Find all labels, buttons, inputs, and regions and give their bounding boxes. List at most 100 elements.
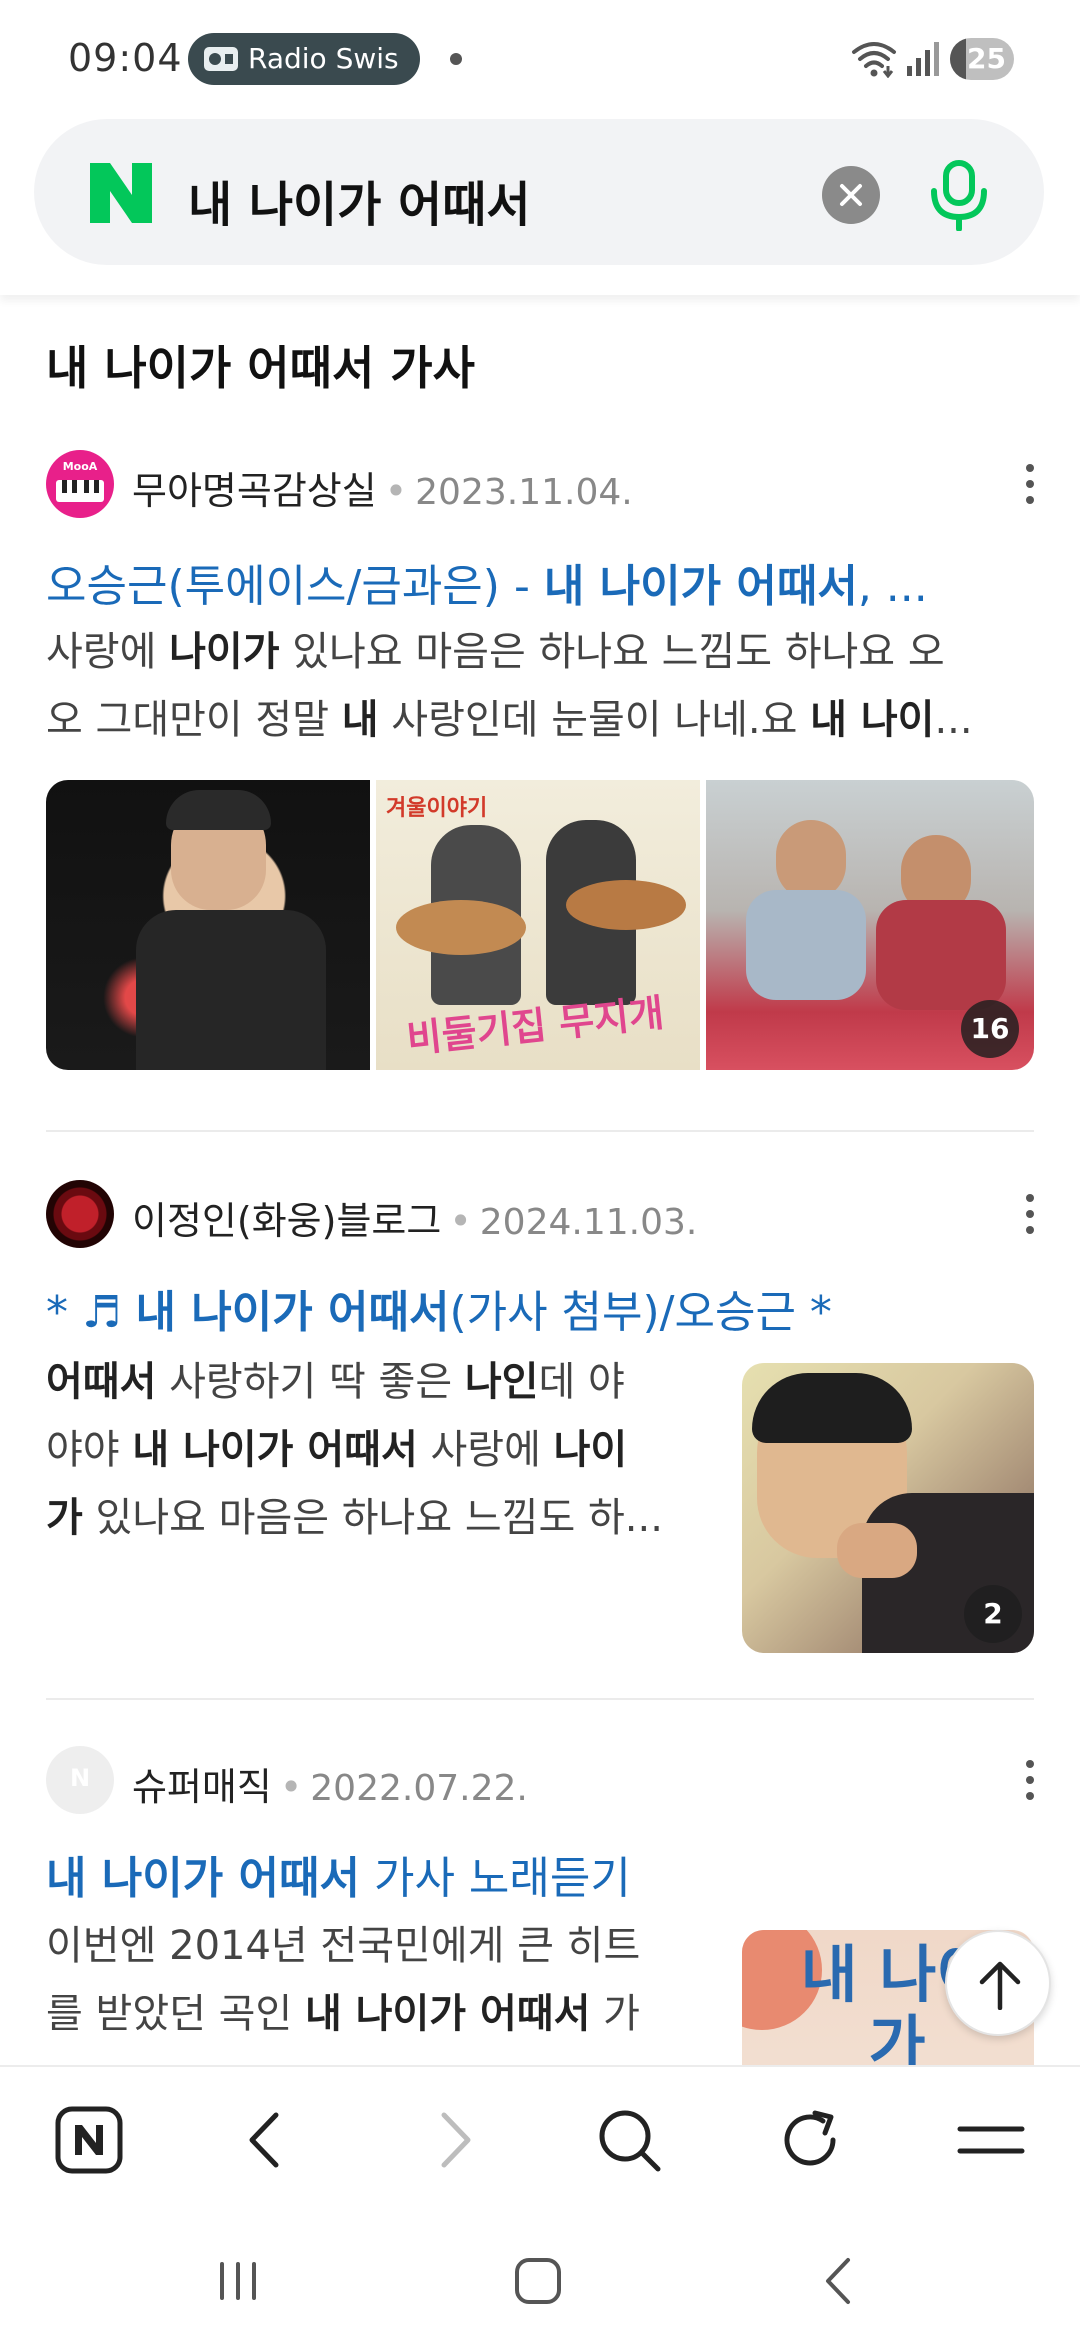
section-title: 내 나이가 어때서 가사: [46, 341, 475, 395]
media-label: Radio Swis: [248, 42, 399, 75]
search-input[interactable]: 내 나이가 어때서: [188, 165, 531, 235]
snippet-text-run: 내 나이: [810, 697, 935, 743]
separator-dot: •: [384, 469, 408, 513]
post-snippet[interactable]: 이번엔 2014년 전국민에게 큰 히트 를 받았던 곡인 내 나이가 어때서 가: [46, 1912, 726, 2048]
blog-name[interactable]: 무아명곡감상실 • 2023.11.04.: [132, 460, 633, 515]
snippet-text-run: 이번엔 2014년 전국민에게 큰 히트: [46, 1923, 641, 1969]
scroll-to-top-button[interactable]: [945, 1930, 1051, 2036]
snippet-text-run: 있나요 마음은 하나요 느낌도 하...: [82, 1495, 663, 1541]
more-vertical-icon[interactable]: [1024, 464, 1036, 508]
title-text-run[interactable]: ♬: [82, 1287, 135, 1338]
naver-logo-icon[interactable]: [90, 163, 152, 223]
post-title-link[interactable]: 내 나이가 어때서 가사 노래듣기: [46, 1842, 1036, 1906]
hand-shape: [837, 1523, 917, 1578]
title-text-run[interactable]: 내 나이가 어때서: [46, 1853, 360, 1904]
snippet-text-run: 를 받았던 곡인: [46, 1991, 305, 2037]
title-text-run[interactable]: 오승근(투에이스/금과은) -: [46, 561, 544, 612]
body-right: [876, 900, 1006, 1010]
title-text-run[interactable]: 내 나이가 어때서: [544, 561, 858, 612]
notification-dot-icon: [450, 53, 462, 65]
avatar-text: MooA: [62, 460, 98, 473]
search-icon[interactable]: [594, 2105, 664, 2175]
system-navigation-bar: [0, 2210, 1080, 2340]
refresh-icon[interactable]: [775, 2105, 845, 2175]
snippet-text-run: 사랑하기 딱 좋은: [156, 1359, 465, 1405]
wifi-icon: [852, 42, 896, 78]
post-snippet[interactable]: 어때서 사랑하기 딱 좋은 나인데 야 야야 내 나이가 어때서 사랑에 나이 가 …: [46, 1348, 726, 1552]
guitar-right: [566, 880, 686, 930]
image-count-badge: 16: [961, 1000, 1019, 1058]
title-text-run[interactable]: , ...: [858, 561, 928, 612]
post-date: 2024.11.03.: [479, 1202, 698, 1243]
back-arrow-icon[interactable]: [232, 2105, 302, 2175]
search-box[interactable]: 내 나이가 어때서: [34, 119, 1044, 265]
face-left: [776, 820, 846, 900]
thumbnail-strip[interactable]: 겨울이야기 비둘기집 무지개 16: [46, 780, 1034, 1070]
snippet-text-run: 어때서: [46, 1359, 157, 1405]
blog-name-text[interactable]: 무아명곡감상실: [132, 469, 377, 513]
snippet-text-run: 있나요 마음은 하나요 느낌도 하나요 오: [279, 629, 945, 675]
snippet-text-run: 나이: [553, 1427, 628, 1473]
snippet-line: 오 그대만이 정말 내 사랑인데 눈물이 나네.요 내 나이...: [46, 686, 1036, 754]
search-results: 내 나이가 어때서 가사 MooA 무아명곡감상실 • 2023.11.04. 오승…: [0, 300, 1080, 2065]
battery-indicator: 25: [950, 38, 1014, 80]
result-meta: 이정인(화웅)블로그 • 2024.11.03.: [46, 1180, 1046, 1250]
recent-apps-icon[interactable]: [208, 2256, 268, 2306]
snippet-text-run: 야야: [46, 1427, 133, 1473]
snippet-text-run: 사랑인데 눈물이 나네.요: [378, 697, 811, 743]
more-vertical-icon[interactable]: [1024, 1194, 1036, 1238]
snippet-text-run: 데 야: [538, 1359, 625, 1405]
title-text-run[interactable]: (가사 첨부)/오승근 *: [449, 1287, 832, 1338]
post-date: 2022.07.22.: [310, 1768, 528, 1809]
blog-name[interactable]: 슈퍼매직 • 2022.07.22.: [132, 1756, 528, 1811]
arrow-up-icon: [979, 1961, 1021, 2010]
thumbnail-singer-photo[interactable]: [46, 780, 370, 1070]
system-back-icon[interactable]: [810, 2256, 870, 2306]
thumbnail-singer-photo[interactable]: 2: [742, 1363, 1034, 1653]
status-time: 09:04: [68, 36, 183, 80]
home-icon[interactable]: [508, 2256, 568, 2306]
blog-name-text[interactable]: 슈퍼매직: [132, 1765, 272, 1809]
menu-icon[interactable]: [956, 2105, 1026, 2175]
avatar[interactable]: MooA: [46, 450, 114, 518]
title-text-run[interactable]: 가사 노래듣기: [360, 1853, 631, 1904]
jacket-shape: [136, 910, 326, 1070]
snippet-line: 어때서 사랑하기 딱 좋은 나인데 야: [46, 1348, 726, 1416]
blog-name-text[interactable]: 이정인(화웅)블로그: [132, 1199, 441, 1243]
snippet-line: 가 있나요 마음은 하나요 느낌도 하...: [46, 1484, 726, 1552]
post-title-link[interactable]: 오승근(투에이스/금과은) - 내 나이가 어때서, ...: [46, 550, 996, 614]
post-snippet[interactable]: 사랑에 나이가 있나요 마음은 하나요 느낌도 하나요 오오 그대만이 정말 내…: [46, 618, 1036, 754]
snippet-line: 야야 내 나이가 어때서 사랑에 나이: [46, 1416, 726, 1484]
thumbnail-album-cover[interactable]: 겨울이야기 비둘기집 무지개: [376, 780, 700, 1070]
hair-shape: [166, 790, 271, 830]
divider: [46, 1698, 1034, 1700]
title-text-run[interactable]: 내 나이가 어때서: [135, 1287, 449, 1338]
microphone-icon[interactable]: [926, 159, 992, 231]
snippet-text-run: ...: [934, 697, 973, 743]
media-notification-pill[interactable]: Radio Swis: [188, 33, 420, 85]
title-text-run[interactable]: *: [46, 1287, 82, 1338]
snippet-text-run: 오 그대만이 정말: [46, 697, 342, 743]
post-date: 2023.11.04.: [415, 472, 633, 513]
snippet-text-run: 사랑에: [417, 1427, 554, 1473]
blog-name[interactable]: 이정인(화웅)블로그 • 2024.11.03.: [132, 1190, 697, 1245]
guitar-left: [396, 900, 526, 955]
avatar[interactable]: [46, 1180, 114, 1248]
snippet-text-run: 나인: [464, 1359, 539, 1405]
avatar[interactable]: N: [46, 1746, 114, 1814]
snippet-text-run: 가: [590, 1991, 640, 2037]
more-vertical-icon[interactable]: [1024, 1760, 1036, 1804]
snippet-line: 사랑에 나이가 있나요 마음은 하나요 느낌도 하나요 오: [46, 618, 1036, 686]
result-meta: N 슈퍼매직 • 2022.07.22.: [46, 1746, 1046, 1816]
forward-arrow-icon[interactable]: [418, 2105, 488, 2175]
separator-dot: •: [279, 1765, 303, 1809]
snippet-line: 이번엔 2014년 전국민에게 큰 히트: [46, 1912, 726, 1980]
result-meta: MooA 무아명곡감상실 • 2023.11.04.: [46, 450, 1046, 520]
clear-search-button[interactable]: [822, 166, 880, 224]
post-title-link[interactable]: * ♬ 내 나이가 어때서(가사 첨부)/오승근 *: [46, 1276, 1036, 1340]
search-header: 내 나이가 어때서: [0, 115, 1080, 295]
browser-toolbar: [0, 2065, 1080, 2210]
divider: [46, 1130, 1034, 1132]
snippet-text-run: 사랑에: [46, 629, 170, 675]
naver-home-icon[interactable]: [54, 2105, 124, 2175]
